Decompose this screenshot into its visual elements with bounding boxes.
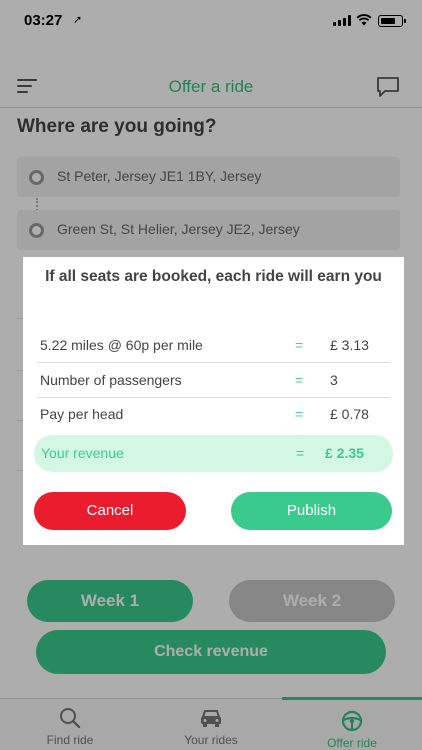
revenue-value: £ 2.35 [325,445,364,461]
row-label: Number of passengers [40,372,182,388]
equals-sign: = [295,406,304,422]
row-label: Pay per head [40,406,124,422]
equals-sign: = [295,372,304,388]
equals-sign: = [296,445,305,461]
revenue-row: Your revenue = £ 2.35 [34,435,393,472]
row-value: £ 0.78 [330,406,369,422]
publish-button[interactable]: Publish [231,492,392,530]
dialog-title: If all seats are booked, each ride will … [45,268,382,285]
revenue-dialog: If all seats are booked, each ride will … [23,257,404,545]
passengers-row: Number of passengers = 3 [37,363,390,398]
row-label: 5.22 miles @ 60p per mile [40,337,203,353]
pay-per-head-row: Pay per head = £ 0.78 [37,397,390,432]
row-value: £ 3.13 [330,337,369,353]
row-value: 3 [330,372,338,388]
equals-sign: = [295,337,304,353]
distance-row: 5.22 miles @ 60p per mile = £ 3.13 [37,328,390,363]
revenue-label: Your revenue [41,445,124,461]
cancel-button[interactable]: Cancel [34,492,186,530]
